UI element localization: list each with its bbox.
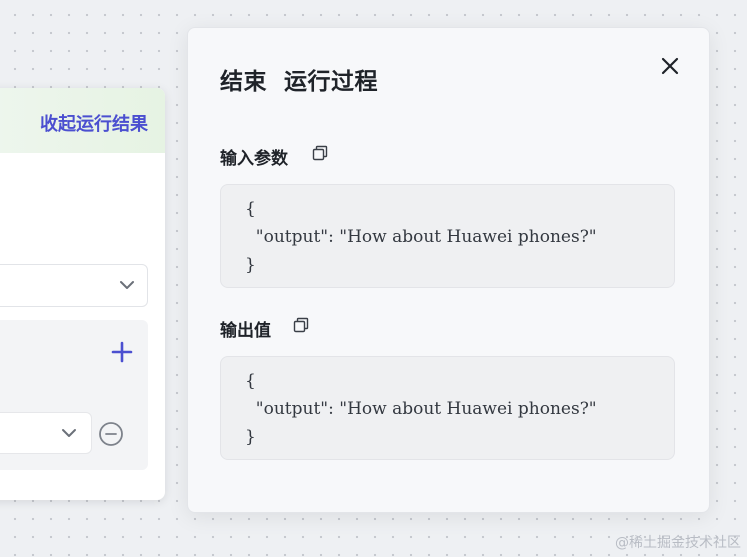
copy-icon[interactable] bbox=[293, 317, 309, 333]
collapse-run-result-link[interactable]: 收起运行结果 bbox=[40, 110, 148, 136]
copy-icon[interactable] bbox=[312, 145, 328, 161]
input-params-code: { "output": "How about Huawei phones?"} bbox=[220, 184, 675, 288]
code-line: { bbox=[245, 371, 256, 391]
minus-circle-icon[interactable] bbox=[98, 421, 124, 447]
code-line: { bbox=[245, 199, 256, 219]
node-select[interactable] bbox=[0, 264, 148, 307]
run-process-panel: 结束 运行过程 输入参数 { "output": "How about Huaw… bbox=[187, 27, 710, 513]
code-line: "output": "How about Huawei phones?" bbox=[245, 227, 597, 247]
output-value-code: { "output": "How about Huawei phones?"} bbox=[220, 356, 675, 460]
chevron-down-icon bbox=[120, 281, 134, 289]
variable-select[interactable] bbox=[0, 412, 92, 454]
code-line: "output": "How about Huawei phones?" bbox=[245, 399, 597, 419]
close-icon[interactable] bbox=[659, 55, 681, 77]
plus-icon[interactable] bbox=[110, 340, 134, 364]
watermark: @稀土掘金技术社区 bbox=[615, 535, 741, 551]
code-line: } bbox=[245, 255, 256, 275]
code-line: } bbox=[245, 427, 256, 447]
variable-list-area bbox=[0, 320, 148, 470]
workflow-node-card: 收起运行结果 bbox=[0, 88, 165, 500]
input-params-title: 输入参数 bbox=[220, 149, 288, 169]
run-result-bar: 收起运行结果 bbox=[0, 88, 165, 153]
chevron-down-icon bbox=[62, 429, 76, 437]
output-value-title: 输出值 bbox=[220, 321, 271, 341]
panel-title: 结束 运行过程 bbox=[220, 69, 379, 95]
